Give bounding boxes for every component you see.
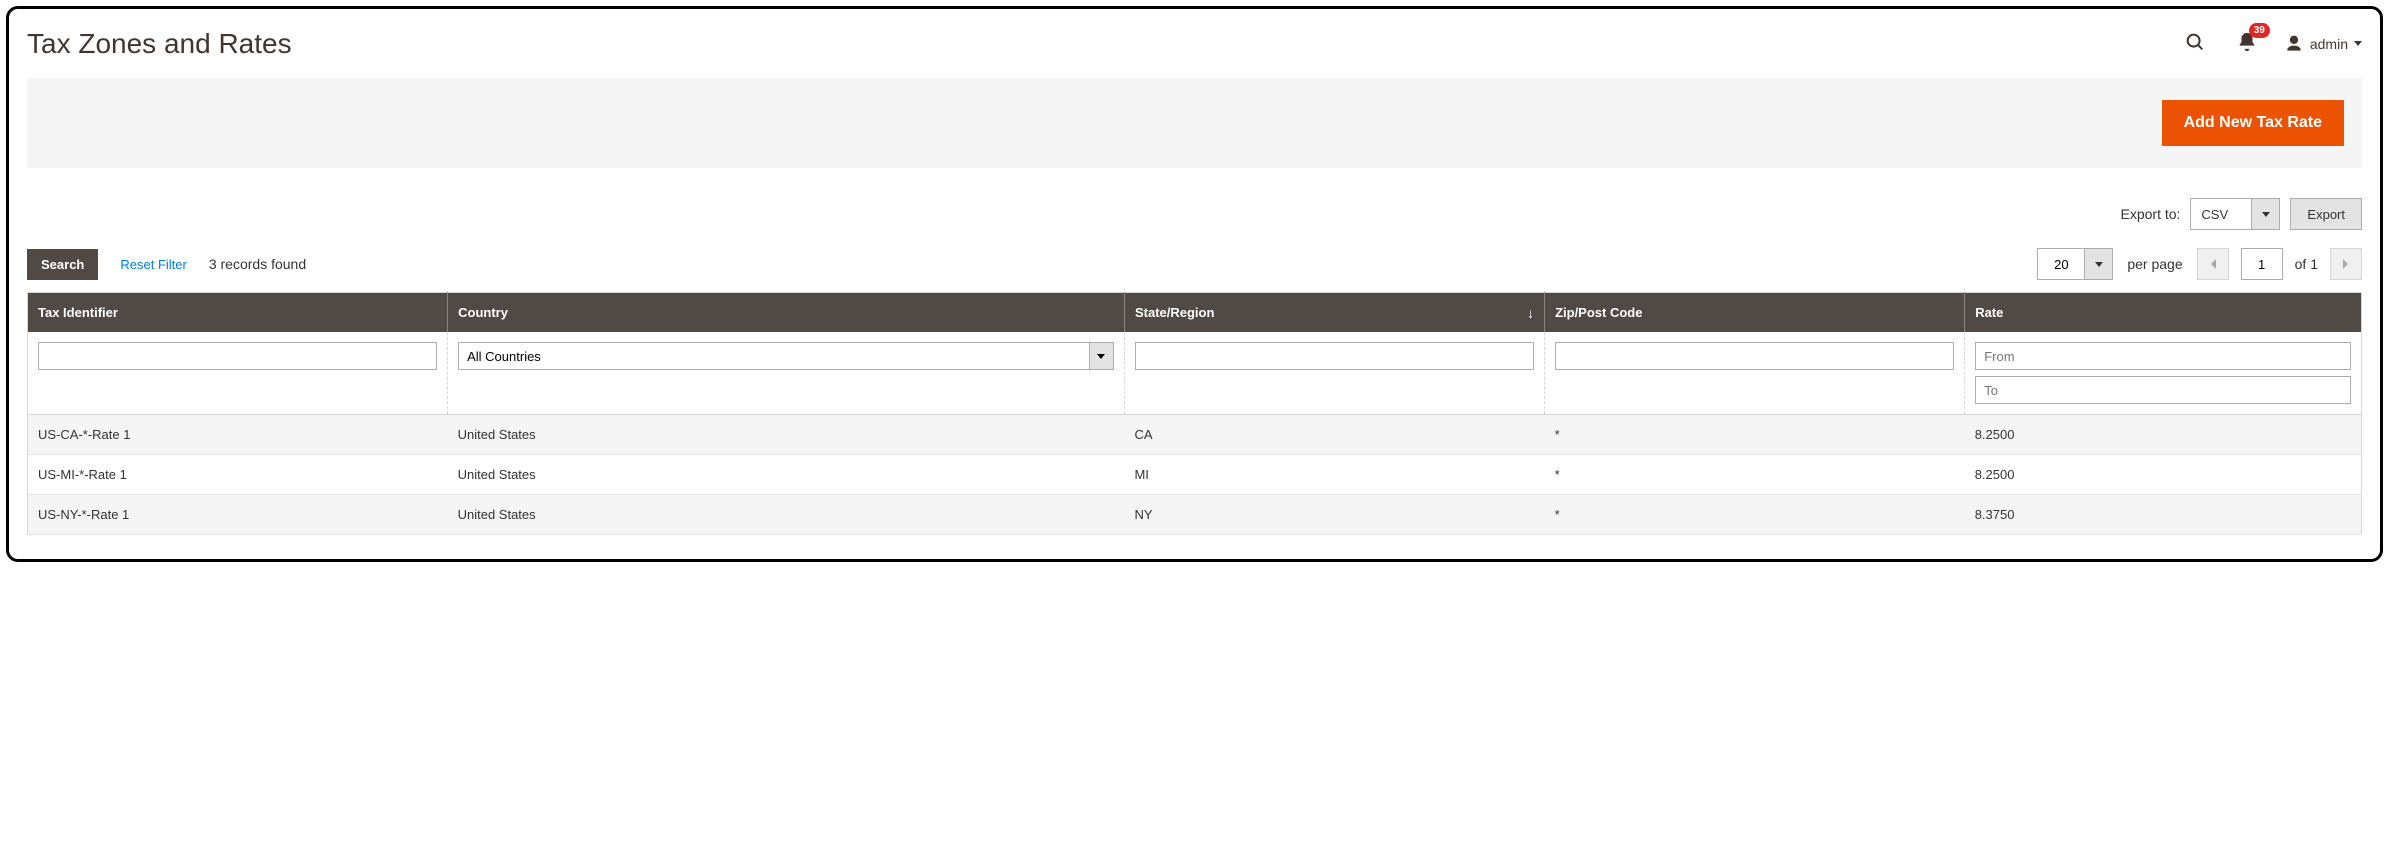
col-country[interactable]: Country (448, 293, 1125, 333)
col-rate[interactable]: Rate (1965, 293, 2362, 333)
filter-tax-identifier[interactable] (38, 342, 437, 370)
col-state-region[interactable]: State/Region↓ (1124, 293, 1544, 333)
per-page-input[interactable] (2038, 249, 2084, 279)
col-zip-post-code[interactable]: Zip/Post Code (1545, 293, 1965, 333)
chevron-down-icon (2251, 199, 2279, 229)
cell-tax-identifier: US-NY-*-Rate 1 (28, 495, 448, 535)
tax-rates-table: Tax Identifier Country State/Region↓ Zip… (27, 292, 2362, 535)
cell-state-region: CA (1124, 415, 1544, 455)
notification-badge: 39 (2249, 23, 2270, 38)
chevron-down-icon (2354, 41, 2362, 46)
chevron-down-icon (1089, 343, 1113, 369)
cell-rate: 8.3750 (1965, 495, 2362, 535)
action-bar: Add New Tax Rate (27, 78, 2362, 168)
export-button[interactable]: Export (2290, 198, 2362, 230)
prev-page-button[interactable] (2197, 248, 2229, 280)
chevron-left-icon (2208, 258, 2218, 270)
records-found-label: 3 records found (209, 256, 306, 272)
cell-rate: 8.2500 (1965, 415, 2362, 455)
user-icon (2284, 34, 2304, 54)
search-button[interactable]: Search (27, 249, 98, 280)
filter-rate-from[interactable] (1975, 342, 2351, 370)
filter-rate-to[interactable] (1975, 376, 2351, 404)
cell-rate: 8.2500 (1965, 455, 2362, 495)
user-menu[interactable]: admin (2284, 34, 2362, 54)
table-row[interactable]: US-MI-*-Rate 1 United States MI * 8.2500 (28, 455, 2362, 495)
cell-state-region: NY (1124, 495, 1544, 535)
total-pages-label: of 1 (2295, 256, 2318, 272)
cell-zip: * (1545, 495, 1965, 535)
chevron-right-icon (2341, 258, 2351, 270)
add-new-tax-rate-button[interactable]: Add New Tax Rate (2162, 100, 2344, 146)
sort-desc-icon: ↓ (1527, 305, 1534, 321)
cell-country: United States (448, 415, 1125, 455)
filter-country-value: All Countries (459, 343, 1089, 369)
col-tax-identifier[interactable]: Tax Identifier (28, 293, 448, 333)
filter-zip-post-code[interactable] (1555, 342, 1954, 370)
cell-zip: * (1545, 455, 1965, 495)
cell-tax-identifier: US-CA-*-Rate 1 (28, 415, 448, 455)
export-format-value: CSV (2191, 199, 2251, 229)
filter-state-region[interactable] (1135, 342, 1534, 370)
export-format-select[interactable]: CSV (2190, 198, 2280, 230)
table-row[interactable]: US-CA-*-Rate 1 United States CA * 8.2500 (28, 415, 2362, 455)
chevron-down-icon (2084, 249, 2112, 279)
cell-country: United States (448, 455, 1125, 495)
user-label: admin (2310, 36, 2348, 52)
cell-zip: * (1545, 415, 1965, 455)
per-page-select[interactable] (2037, 248, 2113, 280)
per-page-label: per page (2127, 256, 2182, 272)
export-to-label: Export to: (2121, 206, 2181, 222)
page-title: Tax Zones and Rates (27, 28, 292, 60)
cell-tax-identifier: US-MI-*-Rate 1 (28, 455, 448, 495)
next-page-button[interactable] (2330, 248, 2362, 280)
filter-country-select[interactable]: All Countries (458, 342, 1114, 370)
table-row[interactable]: US-NY-*-Rate 1 United States NY * 8.3750 (28, 495, 2362, 535)
reset-filter-link[interactable]: Reset Filter (120, 257, 186, 272)
search-icon[interactable] (2180, 27, 2210, 60)
current-page-input[interactable] (2241, 248, 2283, 280)
notifications-icon[interactable]: 39 (2232, 27, 2262, 60)
cell-country: United States (448, 495, 1125, 535)
cell-state-region: MI (1124, 455, 1544, 495)
